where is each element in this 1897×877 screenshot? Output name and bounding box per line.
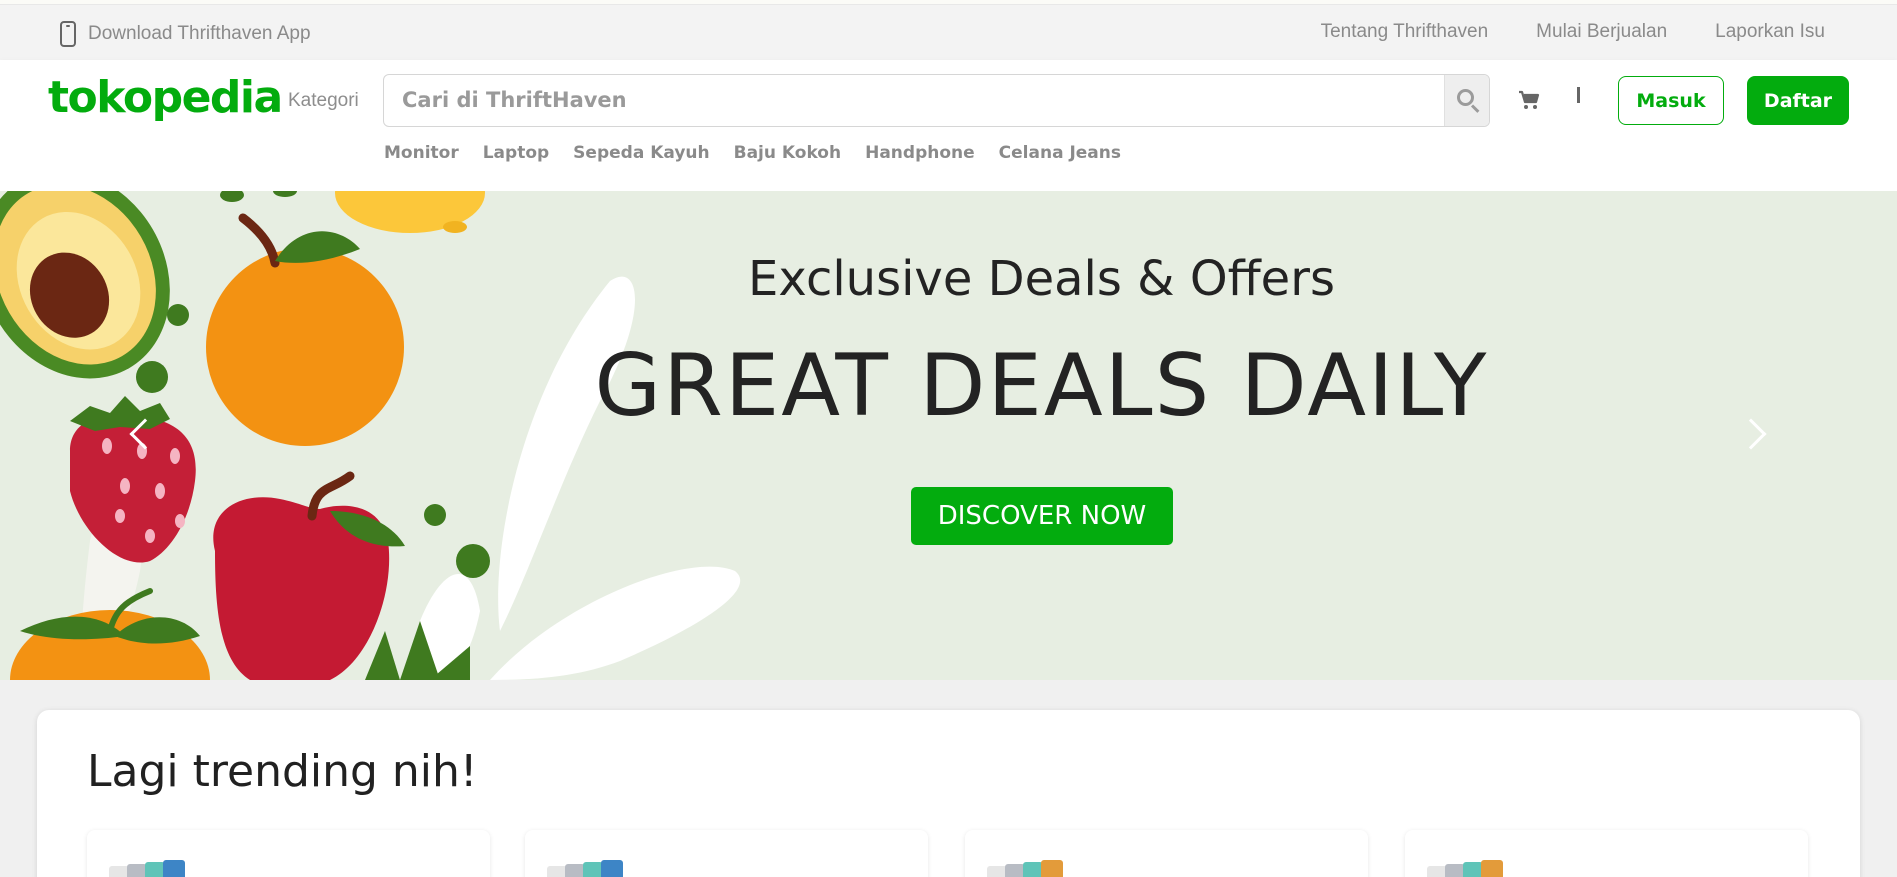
header-divider: [1577, 87, 1580, 103]
quick-link-koko-shirt[interactable]: Baju Kokoh: [734, 143, 841, 163]
product-thumbnail: [547, 860, 623, 877]
product-thumbnail: [987, 860, 1063, 877]
logo[interactable]: tokopedia: [48, 72, 283, 123]
quick-link-laptop[interactable]: Laptop: [483, 143, 549, 163]
download-app-link[interactable]: Download Thrifthaven App: [60, 21, 311, 47]
product-card[interactable]: [87, 830, 490, 877]
register-button[interactable]: Daftar: [1747, 76, 1849, 125]
top-links: Tentang Thrifthaven Mulai Berjualan Lapo…: [1321, 21, 1825, 43]
main-header: tokopedia Kategori Masuk Daftar Monitor …: [0, 60, 1897, 191]
quick-link-bicycle[interactable]: Sepeda Kayuh: [573, 143, 709, 163]
phone-icon: [60, 21, 76, 47]
product-card[interactable]: [1405, 830, 1808, 877]
quick-search-links: Monitor Laptop Sepeda Kayuh Baju Kokoh H…: [384, 143, 1121, 163]
banner-subtitle: Exclusive Deals & Offers: [748, 251, 1335, 307]
search-input[interactable]: [384, 75, 1444, 125]
about-link[interactable]: Tentang Thrifthaven: [1321, 21, 1489, 43]
cart-icon[interactable]: [1518, 90, 1540, 110]
product-thumbnail: [1427, 860, 1503, 877]
start-selling-link[interactable]: Mulai Berjualan: [1536, 21, 1667, 43]
login-button[interactable]: Masuk: [1618, 76, 1724, 125]
banner-headline: GREAT DEALS DAILY: [594, 336, 1489, 436]
trending-section: Lagi trending nih!: [37, 710, 1860, 877]
hero-banner: Exclusive Deals & Offers GREAT DEALS DAI…: [0, 191, 1897, 680]
product-thumbnail: [109, 860, 185, 877]
trending-title: Lagi trending nih!: [87, 746, 478, 797]
product-card[interactable]: [525, 830, 928, 877]
category-menu[interactable]: Kategori: [288, 90, 359, 112]
quick-link-monitor[interactable]: Monitor: [384, 143, 459, 163]
discover-now-button[interactable]: DISCOVER NOW: [911, 487, 1173, 545]
search-button[interactable]: [1444, 75, 1489, 126]
report-issue-link[interactable]: Laporkan Isu: [1715, 21, 1825, 43]
search-bar: [383, 74, 1490, 127]
quick-link-jeans[interactable]: Celana Jeans: [999, 143, 1121, 163]
product-card[interactable]: [965, 830, 1368, 877]
quick-link-handphone[interactable]: Handphone: [865, 143, 975, 163]
top-utility-bar: Download Thrifthaven App Tentang Thrifth…: [0, 5, 1897, 60]
download-app-label: Download Thrifthaven App: [88, 23, 311, 44]
